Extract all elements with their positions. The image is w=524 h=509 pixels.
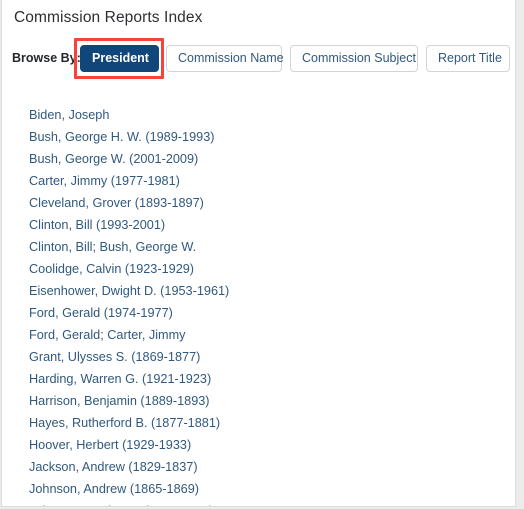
- page-title: Commission Reports Index: [14, 9, 203, 26]
- index-list-item[interactable]: Hoover, Herbert (1929-1933): [29, 434, 515, 456]
- index-list-item[interactable]: Biden, Joseph: [29, 104, 515, 126]
- browse-by-report-title-button[interactable]: Report Title: [426, 45, 510, 72]
- index-list-item[interactable]: Johnson, Lyndon B. (1963-1969): [29, 500, 515, 506]
- browse-by-toolbar: Browse By: President Commission Name Com…: [2, 45, 515, 73]
- president-index-list: Biden, Joseph Bush, George H. W. (1989-19…: [2, 104, 515, 506]
- index-list-item[interactable]: Harrison, Benjamin (1889-1893): [29, 390, 515, 412]
- index-list-item[interactable]: Clinton, Bill; Bush, George W.: [29, 236, 515, 258]
- commission-reports-card: Commission Reports Index Browse By: Pres…: [1, 0, 516, 507]
- browse-by-president-button[interactable]: President: [80, 45, 159, 72]
- index-list-item[interactable]: Coolidge, Calvin (1923-1929): [29, 258, 515, 280]
- index-list-item[interactable]: Bush, George W. (2001-2009): [29, 148, 515, 170]
- index-list-item[interactable]: Grant, Ulysses S. (1869-1877): [29, 346, 515, 368]
- index-list-item[interactable]: Bush, George H. W. (1989-1993): [29, 126, 515, 148]
- index-list-item[interactable]: Ford, Gerald; Carter, Jimmy: [29, 324, 515, 346]
- index-list-item[interactable]: Cleveland, Grover (1893-1897): [29, 192, 515, 214]
- index-list-item[interactable]: Harding, Warren G. (1921-1923): [29, 368, 515, 390]
- index-list-item[interactable]: Ford, Gerald (1974-1977): [29, 302, 515, 324]
- index-list-item[interactable]: Carter, Jimmy (1977-1981): [29, 170, 515, 192]
- index-list-item[interactable]: Eisenhower, Dwight D. (1953-1961): [29, 280, 515, 302]
- browse-by-commission-name-button[interactable]: Commission Name: [166, 45, 284, 72]
- browse-by-label: Browse By:: [12, 51, 81, 65]
- browse-by-commission-subject-button[interactable]: Commission Subject: [290, 45, 418, 72]
- index-list-item[interactable]: Clinton, Bill (1993-2001): [29, 214, 515, 236]
- index-list-item[interactable]: Jackson, Andrew (1829-1837): [29, 456, 515, 478]
- index-list-item[interactable]: Hayes, Rutherford B. (1877-1881): [29, 412, 515, 434]
- index-list-item[interactable]: Johnson, Andrew (1865-1869): [29, 478, 515, 500]
